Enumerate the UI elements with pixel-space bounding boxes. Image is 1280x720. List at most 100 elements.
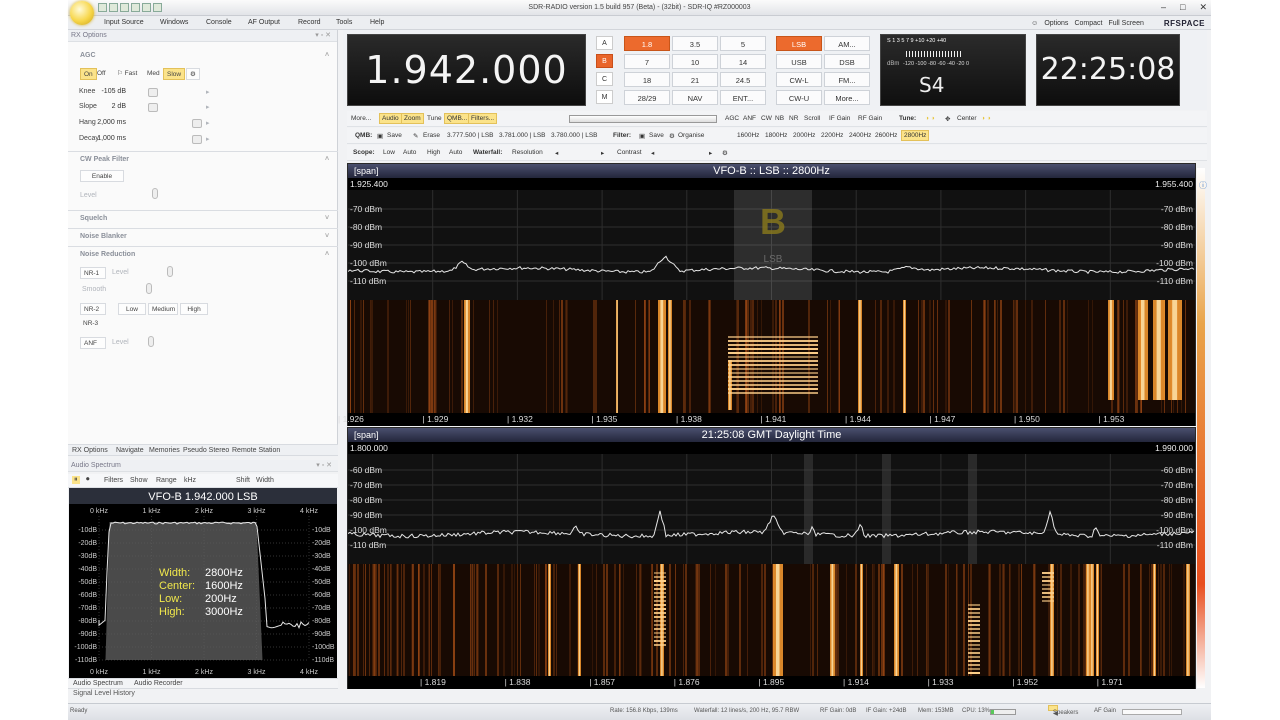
nr2-button[interactable]: NR-2 [80,303,106,315]
band-5-button[interactable]: 5 [720,36,766,51]
noise-blanker-header[interactable]: Noise Blanker ˅ [80,233,329,240]
filter-1800[interactable]: 1800Hz [765,132,787,139]
menu-tools[interactable]: Tools [336,19,352,26]
tab-rx-options[interactable]: RX Options [72,447,108,454]
band-18-button[interactable]: 18 [624,72,670,87]
audio-button[interactable]: Audio [379,113,402,124]
zoom-slider[interactable] [569,115,717,123]
menu-console[interactable]: Console [206,19,232,26]
filter-save-button[interactable]: Save [649,132,664,139]
slope-arrow-icon[interactable]: ▸ [206,103,210,111]
mode-am-button[interactable]: AM... [824,36,870,51]
af-gain-slider[interactable] [1122,709,1182,715]
tab-pseudo-stereo[interactable]: Pseudo Stereo [183,447,229,454]
vfo-c-button[interactable]: C [596,72,613,86]
slope-value[interactable]: 2 dB [98,103,126,110]
filter-2200[interactable]: 2200Hz [821,132,843,139]
maximize-icon[interactable]: □ [1180,2,1185,13]
show-dropdown[interactable]: Show [130,477,148,484]
qmb-entry-1[interactable]: 3.777.500 | LSB [447,132,494,139]
contrast-right-icon[interactable]: ▸ [709,149,712,157]
agc-off-button[interactable]: Off [94,68,109,80]
agc-fast-button[interactable]: ⚐ Fast [114,68,140,80]
mode-more-button[interactable]: More... [824,90,870,105]
knee-slider[interactable] [148,88,158,97]
toolbar-nr[interactable]: NR [789,115,798,122]
toolbar-cw[interactable]: CW [761,115,772,122]
resolution-dropdown[interactable]: Resolution [512,149,543,156]
mode-lsb-button[interactable]: LSB [776,36,822,51]
agc-slow-button[interactable]: Slow [163,68,186,80]
agc-section-header[interactable]: AGC ˄ [80,52,329,59]
noise-reduction-header[interactable]: Noise Reduction ˄ [80,251,329,258]
zoom-button[interactable]: Zoom [401,113,424,124]
filter-save-icon[interactable]: ▣ [639,132,645,140]
menu-help[interactable]: Help [370,19,384,26]
scope-auto-high[interactable]: Auto [449,149,462,156]
shift-control[interactable]: Shift [236,477,250,484]
filters-button[interactable]: Filters... [468,113,498,124]
menu-options[interactable]: Options [1044,20,1068,27]
waterfall-settings-icon[interactable]: ⚙ [722,149,728,157]
khz-dropdown[interactable]: kHz [184,477,196,484]
center-button[interactable]: Center [957,115,977,122]
band-nav-button[interactable]: NAV [672,90,718,105]
tune-next-icon[interactable]: ◑ ◑ [981,115,991,122]
scope-high-dropdown[interactable]: High [427,149,440,156]
tab-memories[interactable]: Memories [149,447,180,454]
menu-windows[interactable]: Windows [160,19,188,26]
panel-pin-icon[interactable]: ▾ ▫ ✕ [315,30,331,42]
qmb-save-button[interactable]: Save [387,132,402,139]
nr2-high-button[interactable]: High [180,303,208,315]
tab-audio-spectrum[interactable]: Audio Spectrum [73,680,123,687]
organise-icon[interactable]: ⚙ [669,132,675,140]
toolbar-rf-gain[interactable]: RF Gain [858,115,882,122]
scope-auto-low[interactable]: Auto [403,149,416,156]
qmb-erase-icon[interactable]: ✎ [413,132,418,140]
nr1-level-slider[interactable] [167,266,173,277]
more-button[interactable]: More... [351,115,371,122]
band-1-8-button[interactable]: 1.8 [624,36,670,51]
frequency-display[interactable]: 1.942.000 [347,34,586,106]
info-icon[interactable]: ⓘ [1199,180,1207,191]
menu-af-output[interactable]: AF Output [248,19,280,26]
menu-full-screen[interactable]: Full Screen [1108,20,1143,27]
knee-arrow-icon[interactable]: ▸ [206,88,210,96]
filter-organise-button[interactable]: Organise [678,132,704,139]
agc-settings-icon[interactable]: ⚙ [186,68,200,80]
record-icon[interactable]: ⏺ [86,476,90,484]
agc-med-button[interactable]: Med [144,68,163,80]
cw-peak-enable-button[interactable]: Enable [80,170,124,182]
band-10-button[interactable]: 10 [672,54,718,69]
decay-arrow-icon[interactable]: ▸ [206,135,210,143]
vfo-a-button[interactable]: A [596,36,613,50]
band-14-button[interactable]: 14 [720,54,766,69]
vfo-b-button[interactable]: B [596,54,613,68]
filter-2000[interactable]: 2000Hz [793,132,815,139]
mode-cwl-button[interactable]: CW-L [776,72,822,87]
tab-remote-station[interactable]: Remote Station [232,447,280,454]
band-28-29-button[interactable]: 28/29 [624,90,670,105]
decay-slider[interactable] [192,135,202,144]
contrast-left-icon[interactable]: ◂ [651,149,654,157]
menu-input-source[interactable]: Input Source [104,19,144,26]
mode-usb-button[interactable]: USB [776,54,822,69]
wideband-panadapter[interactable]: [span] 21:25:08 GMT Daylight Time 1.800.… [347,427,1196,689]
toolbar-agc[interactable]: AGC [725,115,739,122]
band-24-5-button[interactable]: 24.5 [720,72,766,87]
band-21-button[interactable]: 21 [672,72,718,87]
vfo-m-button[interactable]: M [596,90,613,104]
band-7-button[interactable]: 7 [624,54,670,69]
filters-dropdown[interactable]: Filters [104,477,123,484]
app-orb-button[interactable] [70,1,94,25]
cw-peak-filter-header[interactable]: CW Peak Filter ˄ [80,156,329,163]
hang-value[interactable]: 2,000 ms [93,119,126,126]
filter-2600[interactable]: 2600Hz [875,132,897,139]
range-dropdown[interactable]: Range [156,477,177,484]
resolution-left-icon[interactable]: ◂ [555,149,558,157]
qmb-save-icon[interactable]: ▣ [377,132,383,140]
nr2-medium-button[interactable]: Medium [148,303,178,315]
filter-1600[interactable]: 1600Hz [737,132,759,139]
toolbar-scroll[interactable]: Scroll [804,115,820,122]
knee-value[interactable]: -105 dB [98,88,126,95]
